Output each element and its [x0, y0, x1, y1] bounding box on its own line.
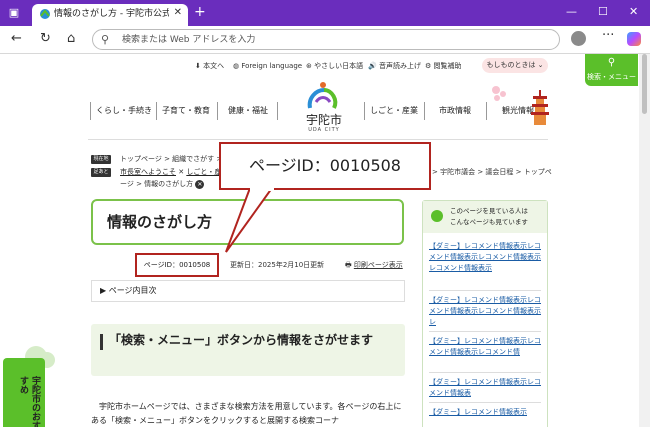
search-icon: ⚲	[101, 33, 110, 46]
nav-item-tourism[interactable]: 観光情報	[502, 106, 534, 116]
nav-divider	[156, 102, 157, 120]
search-icon: ⚲	[607, 57, 616, 68]
close-tab-icon[interactable]: ✕	[174, 7, 182, 18]
divider	[429, 290, 541, 291]
emergency-button[interactable]: もしものときは ⌄	[482, 58, 548, 73]
nav-item-work[interactable]: しごと・産業	[370, 106, 418, 116]
util-link-accessibility[interactable]: ⚙ 閲覧補助	[425, 61, 462, 71]
breadcrumb-trail-tail[interactable]: > 宇陀市議会 > 議会日程 > トップペ	[432, 167, 552, 177]
navigation-bar: ← ↻ ⌂ ⚲ 検索または Web アドレスを入力 ···	[0, 26, 650, 54]
divider	[429, 331, 541, 332]
breadcrumb-tag-current: 現在地	[91, 155, 111, 164]
window-menu-icon[interactable]: ▣	[7, 6, 21, 20]
close-window-icon[interactable]: ✕	[629, 5, 638, 19]
tab-title: 情報のさがし方 - 宇陀市公式ホームページ	[54, 9, 169, 19]
address-bar[interactable]: ⚲ 検索または Web アドレスを入力	[92, 29, 560, 50]
breadcrumb-trail-end[interactable]: ージ > 情報のさがし方 ✕	[120, 179, 205, 189]
section-heading: 「検索・メニュー」ボタンから情報をさがせます	[109, 333, 374, 347]
heading-bar	[100, 334, 103, 350]
recommended-tab-box: 宇陀市のおすすめ	[3, 358, 45, 427]
city-logo-icon[interactable]	[304, 80, 342, 114]
nav-item-city-info[interactable]: 市政情報	[439, 106, 471, 116]
address-placeholder: 検索または Web アドレスを入力	[122, 35, 256, 45]
back-icon[interactable]: ←	[11, 31, 22, 47]
scrollbar-thumb[interactable]	[642, 54, 647, 114]
nav-item-childcare[interactable]: 子育て・教育	[162, 106, 210, 116]
recommendation-link[interactable]: 【ダミー】レコメンド情報表示	[429, 407, 543, 418]
close-icon: ✕	[195, 180, 205, 189]
home-icon[interactable]: ⌂	[67, 31, 75, 47]
nav-divider	[486, 102, 487, 120]
maximize-icon[interactable]: ☐	[598, 5, 608, 19]
recommendation-link[interactable]: 【ダミー】レコメンド情報表示レコメンド情報表示レコメンド情	[429, 336, 543, 358]
web-page: ⬇ 本文へ ◍ Foreign language ⊛ やさしい日本語 🔊 音声読…	[0, 54, 650, 427]
util-link-foreign[interactable]: ◍ Foreign language	[233, 61, 302, 71]
city-name: 宇陀市	[305, 113, 342, 127]
nav-divider	[424, 102, 425, 120]
page-id: ページID：0010508	[135, 253, 219, 277]
recommended-tab[interactable]: 宇陀市のおすすめ	[3, 346, 57, 427]
section-heading-box: 「検索・メニュー」ボタンから情報をさがせます	[91, 324, 405, 376]
pagoda-icon	[531, 90, 549, 125]
toc-toggle[interactable]: ▶ ページ内目次	[91, 280, 405, 302]
profile-avatar[interactable]	[571, 31, 586, 46]
print-link[interactable]: 🖶 印刷ページ表示	[345, 260, 403, 270]
page-id-callout: ページID：0010508	[219, 142, 431, 190]
body-text: 宇陀市ホームページでは、さまざまな検索方法を用意しています。各ページの右上にある…	[91, 402, 402, 425]
title-bar: ▣ 情報のさがし方 - 宇陀市公式ホームページ ✕ + — ☐ ✕	[0, 0, 650, 26]
recommendation-panel: このページを見ている人は こんなページも見ています 【ダミー】レコメンド情報表示レ…	[422, 200, 548, 427]
page-title-box: 情報のさがし方	[91, 199, 404, 245]
cherry-blossom-icon	[492, 86, 506, 101]
recommendation-link[interactable]: 【ダミー】レコメンド情報表示レコメンド情報表示レコメンド情報表示レコメンド情報表…	[429, 241, 543, 274]
refresh-icon[interactable]: ↻	[40, 31, 51, 47]
recommendation-heading: このページを見ている人は こんなページも見ています	[450, 207, 528, 226]
more-options-icon[interactable]: ···	[602, 28, 614, 43]
eye-icon	[431, 210, 443, 222]
scrollbar[interactable]	[639, 54, 650, 427]
recommendation-link[interactable]: 【ダミー】レコメンド情報表示レコメンド情報表示レコメンド情報表示レ	[429, 295, 543, 328]
copilot-icon[interactable]	[627, 32, 641, 46]
nav-item-living[interactable]: くらし・手続き	[96, 106, 152, 116]
recommendation-header: このページを見ている人は こんなページも見ています	[423, 201, 547, 233]
city-name-en: UDA CITY	[308, 127, 340, 133]
search-menu-button[interactable]: ⚲ 検索・メニュー	[585, 54, 638, 86]
nav-divider	[277, 102, 278, 120]
util-link-speech[interactable]: 🔊 音声読み上げ	[368, 61, 421, 71]
callout-text: ページID：0010508	[249, 156, 401, 175]
breadcrumb-trail-link[interactable]: 市長室へようこそ ✕ しごと・産	[120, 167, 221, 177]
page-title: 情報のさがし方	[107, 213, 213, 231]
updated-date: 更新日：2025年2月10日更新	[230, 261, 325, 269]
nav-item-health[interactable]: 健康・福祉	[228, 106, 268, 116]
site-favicon-icon	[40, 9, 50, 19]
header-divider	[88, 139, 548, 140]
recommendation-link[interactable]: 【ダミー】レコメンド情報表示レコメンド情報表	[429, 377, 543, 399]
recommended-tab-label: 宇陀市のおすすめ	[18, 376, 40, 427]
callout-joint	[250, 187, 274, 191]
nav-divider	[90, 102, 91, 120]
divider	[429, 402, 541, 403]
breadcrumb-tag-trail: 足あと	[91, 168, 111, 177]
util-link-skip[interactable]: ⬇ 本文へ	[195, 61, 224, 71]
divider	[429, 372, 541, 373]
util-link-easy-japanese[interactable]: ⊛ やさしい日本語	[306, 61, 363, 71]
nav-divider	[217, 102, 218, 120]
breadcrumb[interactable]: トップページ > 組織でさがす >	[120, 154, 222, 164]
minimize-icon[interactable]: —	[566, 5, 577, 19]
nav-divider	[364, 102, 365, 120]
browser-window: ▣ 情報のさがし方 - 宇陀市公式ホームページ ✕ + — ☐ ✕ ← ↻ ⌂ …	[0, 0, 650, 427]
new-tab-icon[interactable]: +	[194, 5, 206, 19]
browser-tab[interactable]: 情報のさがし方 - 宇陀市公式ホームページ ✕	[32, 4, 188, 26]
